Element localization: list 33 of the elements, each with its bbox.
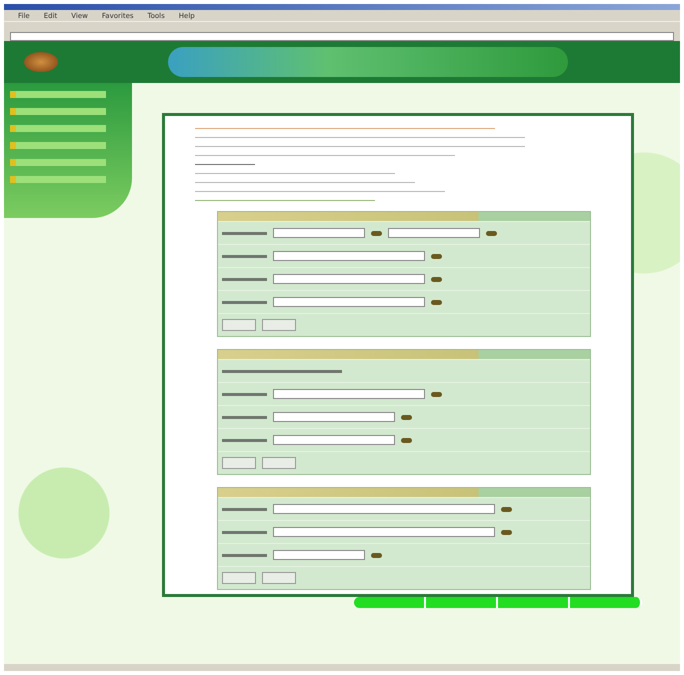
pill-icon <box>431 254 442 258</box>
pill-icon <box>401 438 412 442</box>
input-field[interactable] <box>273 228 365 238</box>
form-button[interactable] <box>262 457 296 469</box>
form-button[interactable] <box>222 572 256 584</box>
pill-icon <box>486 230 497 236</box>
form-button[interactable] <box>262 572 296 584</box>
input-field[interactable] <box>273 504 495 514</box>
input-field[interactable] <box>388 228 480 238</box>
logo-icon <box>24 52 58 72</box>
input-field[interactable] <box>273 527 495 537</box>
nav-tab[interactable] <box>570 597 642 608</box>
pill-icon <box>371 230 382 236</box>
input-field[interactable] <box>273 550 365 560</box>
pill-icon <box>431 276 442 282</box>
input-field[interactable] <box>273 297 425 307</box>
input-field[interactable] <box>273 274 425 284</box>
nav-tab[interactable] <box>354 597 426 608</box>
pill-icon <box>431 392 442 396</box>
input-field[interactable] <box>273 251 425 261</box>
input-field[interactable] <box>273 412 395 422</box>
pill-icon <box>501 530 512 534</box>
pill-icon <box>501 506 512 512</box>
form-button[interactable] <box>222 319 256 331</box>
pill-icon <box>401 414 412 420</box>
form-button[interactable] <box>222 457 256 469</box>
input-field[interactable] <box>273 389 425 399</box>
form-button[interactable] <box>262 319 296 331</box>
pill-icon <box>431 300 442 304</box>
pill-icon <box>371 552 382 558</box>
input-field[interactable] <box>273 435 395 445</box>
nav-tab[interactable] <box>426 597 498 608</box>
nav-tab[interactable] <box>498 597 570 608</box>
